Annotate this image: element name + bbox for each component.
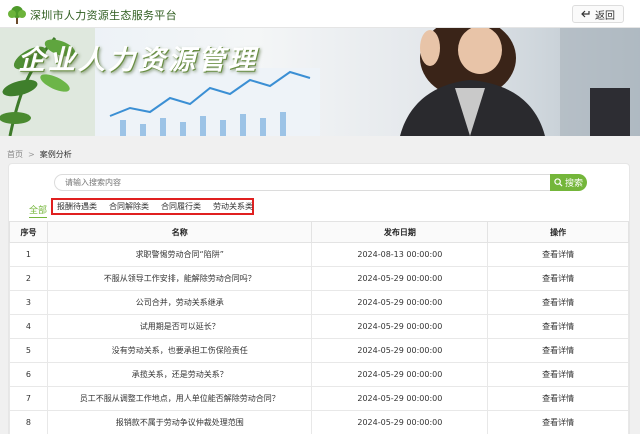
table-row: 1 求职警惕劳动合同“陷阱” 2024-08-13 00:00:00 查看详情 xyxy=(9,242,629,267)
row-date: 2024-05-29 00:00:00 xyxy=(311,410,489,434)
breadcrumb: 首页 > 案例分析 xyxy=(7,149,72,160)
search-icon xyxy=(554,178,563,187)
header-action: 操作 xyxy=(487,221,629,243)
row-name[interactable]: 员工不服从调整工作地点，用人单位能否解除劳动合同？ xyxy=(46,386,313,411)
row-date: 2024-05-29 00:00:00 xyxy=(311,386,489,411)
row-date: 2024-05-29 00:00:00 xyxy=(311,290,489,315)
back-button-label: 返回 xyxy=(595,10,615,22)
back-arrow-icon xyxy=(581,10,590,18)
row-no: 3 xyxy=(9,290,48,315)
tree-logo-icon xyxy=(8,6,26,24)
category-tabs: 报酬待遇类 合同解除类 合同履行类 劳动关系类 xyxy=(51,198,254,215)
table-row: 5 没有劳动关系，也要承担工伤保险责任 2024-05-29 00:00:00 … xyxy=(9,338,629,363)
view-details-link[interactable]: 查看详情 xyxy=(487,290,629,315)
view-details-link[interactable]: 查看详情 xyxy=(487,362,629,387)
back-button[interactable]: 返回 xyxy=(572,5,624,23)
row-date: 2024-05-29 00:00:00 xyxy=(311,266,489,291)
row-no: 5 xyxy=(9,338,48,363)
view-details-link[interactable]: 查看详情 xyxy=(487,266,629,291)
search-button[interactable]: 搜索 xyxy=(550,174,587,191)
row-date: 2024-05-29 00:00:00 xyxy=(311,314,489,339)
header-date: 发布日期 xyxy=(311,221,489,243)
table-row: 4 试用期是否可以延长？ 2024-05-29 00:00:00 查看详情 xyxy=(9,314,629,339)
row-name[interactable]: 没有劳动关系，也要承担工伤保险责任 xyxy=(46,338,313,363)
site-title: 深圳市人力资源生态服务平台 xyxy=(30,9,177,22)
table-row: 6 承揽关系，还是劳动关系？ 2024-05-29 00:00:00 查看详情 xyxy=(9,362,629,387)
row-no: 8 xyxy=(9,410,48,434)
content-panel: 搜索 全部 报酬待遇类 合同解除类 合同履行类 劳动关系类 序号 名称 发布日期… xyxy=(8,163,630,434)
breadcrumb-home[interactable]: 首页 xyxy=(7,150,23,159)
category-compensation[interactable]: 报酬待遇类 xyxy=(57,201,97,212)
category-all[interactable]: 全部 xyxy=(29,203,48,218)
header-no: 序号 xyxy=(9,221,48,243)
view-details-link[interactable]: 查看详情 xyxy=(487,410,629,434)
row-no: 1 xyxy=(9,242,48,267)
row-name[interactable]: 承揽关系，还是劳动关系？ xyxy=(46,362,313,387)
row-no: 7 xyxy=(9,386,48,411)
category-labor-relations[interactable]: 劳动关系类 xyxy=(213,201,253,212)
row-no: 6 xyxy=(9,362,48,387)
table-row: 7 员工不服从调整工作地点，用人单位能否解除劳动合同？ 2024-05-29 0… xyxy=(9,386,629,411)
table-row: 2 不服从领导工作安排，能解除劳动合同吗？ 2024-05-29 00:00:0… xyxy=(9,266,629,291)
case-table: 序号 名称 发布日期 操作 1 求职警惕劳动合同“陷阱” 2024-08-13 … xyxy=(9,221,629,434)
row-name[interactable]: 公司合并，劳动关系继承 xyxy=(46,290,313,315)
view-details-link[interactable]: 查看详情 xyxy=(487,338,629,363)
table-header-row: 序号 名称 发布日期 操作 xyxy=(9,221,629,243)
row-name[interactable]: 求职警惕劳动合同“陷阱” xyxy=(46,242,313,267)
header-name: 名称 xyxy=(46,221,313,243)
table-row: 8 报销款不属于劳动争议仲裁处理范围 2024-05-29 00:00:00 查… xyxy=(9,410,629,434)
banner: 企业人力资源管理 xyxy=(0,28,640,136)
banner-title: 企业人力资源管理 xyxy=(18,45,258,76)
top-bar: 深圳市人力资源生态服务平台 返回 xyxy=(0,0,640,28)
category-contract-termination[interactable]: 合同解除类 xyxy=(109,201,149,212)
search-button-label: 搜索 xyxy=(564,179,583,189)
row-no: 2 xyxy=(9,266,48,291)
row-name[interactable]: 试用期是否可以延长？ xyxy=(46,314,313,339)
row-date: 2024-05-29 00:00:00 xyxy=(311,362,489,387)
view-details-link[interactable]: 查看详情 xyxy=(487,314,629,339)
row-no: 4 xyxy=(9,314,48,339)
breadcrumb-separator: > xyxy=(28,150,35,159)
category-contract-performance[interactable]: 合同履行类 xyxy=(161,201,201,212)
view-details-link[interactable]: 查看详情 xyxy=(487,386,629,411)
row-name[interactable]: 报销款不属于劳动争议仲裁处理范围 xyxy=(46,410,313,434)
breadcrumb-current: 案例分析 xyxy=(39,150,72,159)
table-row: 3 公司合并，劳动关系继承 2024-05-29 00:00:00 查看详情 xyxy=(9,290,629,315)
view-details-link[interactable]: 查看详情 xyxy=(487,242,629,267)
row-name[interactable]: 不服从领导工作安排，能解除劳动合同吗？ xyxy=(46,266,313,291)
person-graphic xyxy=(400,28,545,136)
row-date: 2024-05-29 00:00:00 xyxy=(311,338,489,363)
row-date: 2024-08-13 00:00:00 xyxy=(311,242,489,267)
search-input[interactable] xyxy=(54,174,554,191)
